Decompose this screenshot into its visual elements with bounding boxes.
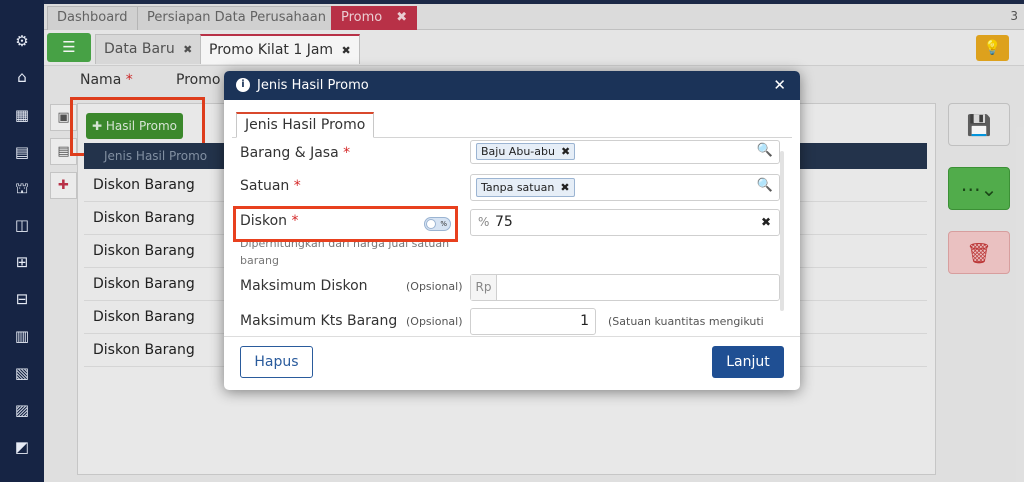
info-icon: i [236,78,250,92]
maks-diskon-label: Maksimum Diskon [240,278,368,294]
gear-icon[interactable]: ⚙ [11,30,33,52]
bank-icon[interactable]: ⛫ [11,177,33,199]
satuan-label: Satuan * [240,178,301,194]
clear-icon[interactable]: ✖ [761,215,771,229]
tab-jenis-hasil-promo[interactable]: Jenis Hasil Promo [236,112,375,138]
maks-kts-note: (Satuan kuantitas mengikuti [608,315,764,328]
barang-chip[interactable]: Baju Abu-abu ✖ [476,143,576,160]
report-icon[interactable]: ▨ [11,399,33,421]
chart-icon[interactable]: ◩ [11,436,33,458]
remove-icon[interactable]: ✖ [560,181,569,194]
store-icon[interactable]: ⌂ [11,66,33,88]
book-icon[interactable]: ▤ [11,141,33,163]
hapus-button[interactable]: Hapus [240,346,313,378]
satuan-field[interactable]: Tanpa satuan ✖ 🔍 [470,174,780,201]
dialog-header: i Jenis Hasil Promo ✕ [224,71,800,100]
diskon-field[interactable]: % 75 ✖ [470,209,780,236]
dialog-footer-divider [224,336,800,337]
diskon-value[interactable]: 75 [495,214,513,230]
search-icon[interactable]: 🔍 [757,178,773,193]
remove-icon[interactable]: ✖ [561,145,570,158]
percent-prefix: % [478,215,490,229]
dialog-title: Jenis Hasil Promo [257,78,369,93]
maks-kts-value[interactable]: 1 [580,313,589,329]
building-icon[interactable]: ▦ [11,104,33,126]
sidebar: ⚙ ⌂ ▦ ▤ ⛫ ◫ ⊞ ⊟ ▥ ▧ ▨ ◩ [0,0,44,482]
belt-icon[interactable]: ▧ [11,362,33,384]
trolley-icon[interactable]: ⊟ [11,288,33,310]
highlight-box [233,206,458,242]
maks-kts-optional: (Opsional) [406,315,463,328]
factory-icon[interactable]: ▥ [11,325,33,347]
rp-prefix: Rp [471,275,497,300]
close-icon[interactable]: ✕ [773,71,786,100]
barang-jasa-label: Barang & Jasa * [240,145,351,161]
maks-diskon-field[interactable]: Rp [470,274,780,301]
satuan-chip[interactable]: Tanpa satuan ✖ [476,178,575,197]
bag-icon[interactable]: ◫ [11,214,33,236]
maks-kts-label: Maksimum Kts Barang [240,313,398,329]
barang-jasa-field[interactable]: Baju Abu-abu ✖ 🔍 [470,140,780,164]
cart-icon[interactable]: ⊞ [11,251,33,273]
search-icon[interactable]: 🔍 [757,143,773,158]
lanjut-button[interactable]: Lanjut [712,346,784,378]
dialog-scrollbar[interactable] [780,151,784,311]
maks-kts-field[interactable]: 1 [470,308,596,335]
maks-diskon-optional: (Opsional) [406,280,463,293]
